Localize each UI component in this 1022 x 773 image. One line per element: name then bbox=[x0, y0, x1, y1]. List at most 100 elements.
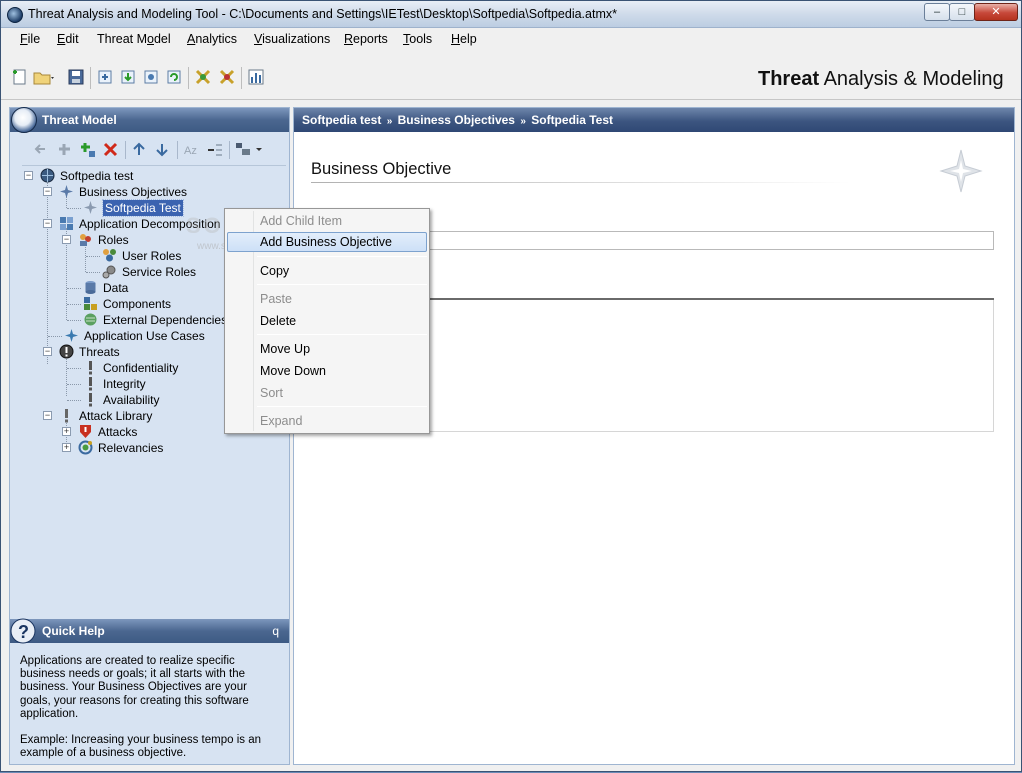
menu-sort[interactable]: Sort bbox=[227, 383, 427, 403]
relevancies-icon bbox=[78, 440, 93, 455]
quick-help-toggle[interactable]: q bbox=[272, 624, 279, 638]
tree-toolbar: Az bbox=[10, 138, 289, 162]
breadcrumb: Softpedia test » Business Objectives » S… bbox=[294, 108, 1014, 132]
description-field[interactable] bbox=[429, 300, 994, 432]
quick-help-header: ? Quick Help q bbox=[10, 618, 289, 644]
save-icon[interactable] bbox=[67, 68, 85, 86]
tree-label: External Dependencies bbox=[103, 313, 228, 327]
analyze-icon[interactable] bbox=[194, 68, 212, 86]
menu-help[interactable]: Help bbox=[451, 32, 477, 46]
menu-copy[interactable]: Copy bbox=[227, 261, 427, 281]
tree-guide bbox=[86, 272, 100, 273]
sort-icon[interactable]: Az bbox=[183, 141, 200, 158]
minimize-button[interactable]: – bbox=[924, 3, 950, 21]
tree-guide bbox=[85, 244, 86, 272]
globe-icon bbox=[40, 168, 55, 183]
data-icon bbox=[85, 281, 96, 294]
new-model-icon[interactable] bbox=[11, 68, 29, 86]
collapse-toggle[interactable]: − bbox=[43, 347, 52, 356]
menu-visualizations[interactable]: Visualizations bbox=[254, 32, 330, 46]
menu-file[interactable]: File bbox=[20, 32, 40, 46]
tree-guide bbox=[67, 208, 81, 209]
breadcrumb-item[interactable]: Softpedia Test bbox=[531, 113, 613, 127]
menu-move-up[interactable]: Move Up bbox=[227, 339, 427, 359]
threats-icon bbox=[59, 344, 74, 359]
app-globe-icon bbox=[7, 7, 23, 23]
tree-label: Availability bbox=[103, 393, 160, 407]
menu-move-down[interactable]: Move Down bbox=[227, 361, 427, 381]
menu-add-child-item[interactable]: Add Child Item bbox=[227, 211, 427, 231]
menu-add-business-objective[interactable]: Add Business Objective bbox=[227, 232, 427, 252]
preview-icon[interactable] bbox=[142, 68, 160, 86]
add-child-icon[interactable] bbox=[79, 141, 96, 158]
menu-reports[interactable]: Reports bbox=[344, 32, 388, 46]
collapse-toggle[interactable]: − bbox=[62, 235, 71, 244]
threat-model-icon bbox=[11, 107, 37, 133]
tree-label: Attack Library bbox=[79, 409, 153, 423]
menu-separator bbox=[257, 284, 427, 285]
exclamation-icon bbox=[89, 361, 92, 375]
app-window: Threat Analysis and Modeling Tool - C:\D… bbox=[0, 0, 1022, 772]
export-icon[interactable] bbox=[119, 68, 137, 86]
help-question-icon: ? bbox=[10, 618, 36, 644]
breadcrumb-item[interactable]: Softpedia test bbox=[302, 113, 381, 127]
tree-divider bbox=[22, 165, 286, 166]
toolbar-separator bbox=[90, 67, 91, 89]
name-field[interactable] bbox=[429, 231, 994, 250]
menu-edit[interactable]: Edit bbox=[57, 32, 79, 46]
view-options-icon[interactable] bbox=[235, 141, 263, 158]
toolbar-separator bbox=[188, 67, 189, 89]
collapse-toggle[interactable]: − bbox=[43, 411, 52, 420]
breadcrumb-item[interactable]: Business Objectives bbox=[398, 113, 515, 127]
menu-paste[interactable]: Paste bbox=[227, 289, 427, 309]
tree-guide bbox=[66, 356, 67, 396]
breadcrumb-separator: » bbox=[520, 116, 526, 127]
service-roles-icon bbox=[102, 265, 116, 279]
analyze-all-icon[interactable] bbox=[218, 68, 236, 86]
tree-guide bbox=[67, 384, 81, 385]
menu-expand[interactable]: Expand bbox=[227, 411, 427, 431]
move-up-icon[interactable] bbox=[131, 141, 148, 158]
tree-label: Components bbox=[103, 297, 172, 311]
title-divider bbox=[311, 182, 851, 183]
tree-label-selected: Softpedia Test bbox=[102, 199, 184, 217]
menu-threat-model[interactable]: Threat Model bbox=[97, 32, 171, 46]
menu-tools[interactable]: Tools bbox=[403, 32, 432, 46]
page-title: Business Objective bbox=[311, 160, 452, 178]
tree-label: Relevancies bbox=[98, 441, 164, 455]
brand-title: Threat Analysis & Modeling bbox=[758, 68, 1004, 90]
tree-toolbar-separator bbox=[229, 141, 230, 159]
open-folder-icon[interactable] bbox=[33, 68, 55, 86]
move-down-icon[interactable] bbox=[154, 141, 171, 158]
back-icon[interactable] bbox=[33, 141, 50, 158]
svg-text:Az: Az bbox=[184, 145, 197, 157]
components-icon bbox=[84, 297, 97, 310]
collapse-toggle[interactable]: − bbox=[24, 171, 33, 180]
external-dependencies-icon bbox=[84, 313, 97, 326]
collapse-icon[interactable] bbox=[206, 141, 223, 158]
add-icon[interactable] bbox=[56, 141, 73, 158]
threat-model-panel: Threat Model Az − Softpedia test − Busin… bbox=[9, 107, 290, 765]
tree-label: Attacks bbox=[98, 425, 138, 439]
refresh-icon[interactable] bbox=[165, 68, 183, 86]
exclamation-icon bbox=[65, 409, 68, 423]
roles-icon bbox=[80, 234, 91, 246]
context-menu: Add Child Item Add Business Objective Co… bbox=[224, 208, 430, 434]
menu-analytics[interactable]: Analytics bbox=[187, 32, 237, 46]
tree-label: Confidentiality bbox=[103, 361, 179, 375]
collapse-toggle[interactable]: − bbox=[43, 219, 52, 228]
expand-toggle[interactable]: + bbox=[62, 443, 71, 452]
tree-label: Data bbox=[103, 281, 129, 295]
collapse-toggle[interactable]: − bbox=[43, 187, 52, 196]
close-button[interactable]: ✕ bbox=[974, 3, 1018, 21]
import-icon[interactable] bbox=[96, 68, 114, 86]
use-cases-icon bbox=[65, 329, 78, 342]
menu-delete[interactable]: Delete bbox=[227, 311, 427, 331]
title-bar[interactable]: Threat Analysis and Modeling Tool - C:\D… bbox=[1, 1, 1021, 28]
exclamation-icon bbox=[89, 377, 92, 391]
report-chart-icon[interactable] bbox=[247, 68, 265, 86]
maximize-button[interactable]: □ bbox=[949, 3, 975, 21]
tree-label: Business Objectives bbox=[79, 185, 188, 199]
delete-icon[interactable] bbox=[102, 141, 119, 158]
expand-toggle[interactable]: + bbox=[62, 427, 71, 436]
